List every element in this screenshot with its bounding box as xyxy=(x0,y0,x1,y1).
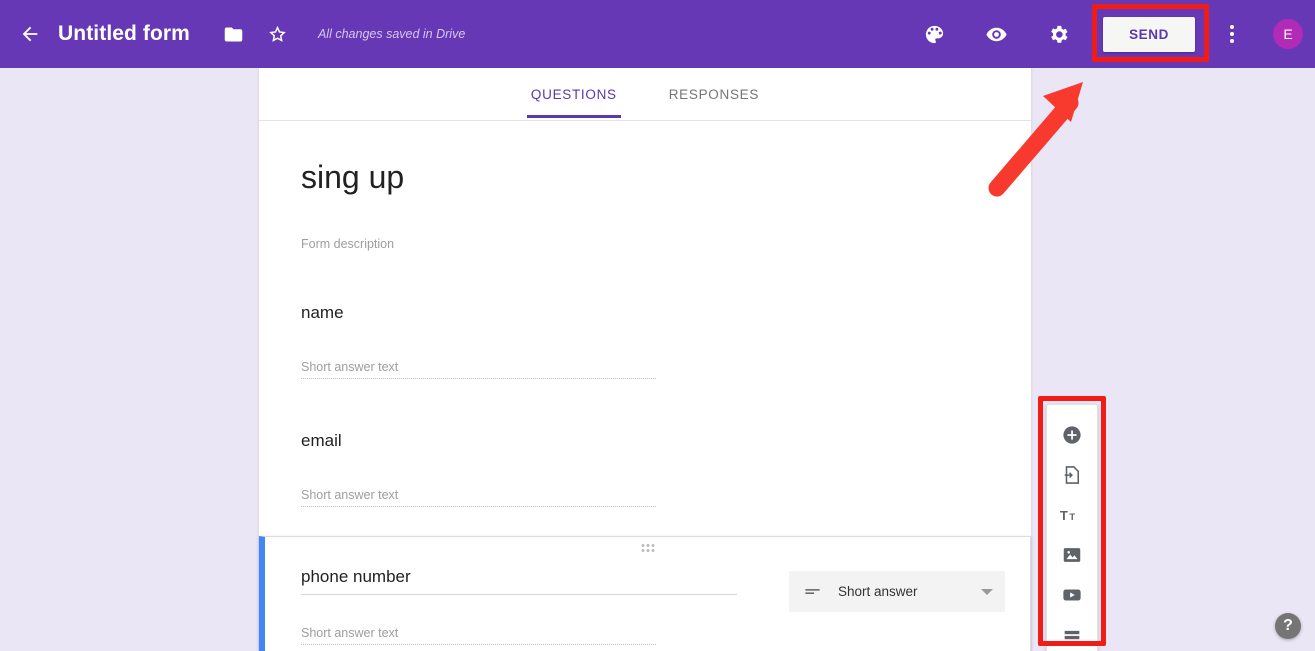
preview-button[interactable] xyxy=(974,12,1018,56)
folder-icon xyxy=(225,27,243,41)
eye-icon xyxy=(986,27,1007,41)
add-section-button[interactable] xyxy=(1052,615,1092,651)
form-body: sing up Form description name Short answ… xyxy=(259,121,1031,556)
active-question-answer-placeholder: Short answer text xyxy=(301,626,656,645)
drag-dot xyxy=(651,544,654,547)
add-image-icon xyxy=(1063,548,1081,562)
app-bar-right: SEND E xyxy=(903,3,1315,62)
question-answer-placeholder: Short answer text xyxy=(301,459,656,507)
drag-dot xyxy=(651,549,654,552)
back-button[interactable] xyxy=(8,12,52,56)
gear-icon xyxy=(1050,25,1068,43)
active-question-inner: phone number Short answer text Short ans… xyxy=(265,537,1030,645)
svg-text:T: T xyxy=(1060,508,1068,523)
add-question-icon xyxy=(1063,426,1081,444)
drag-dot xyxy=(646,544,649,547)
star-button[interactable] xyxy=(256,12,300,56)
active-question-title-input[interactable]: phone number xyxy=(301,567,737,595)
question-type-label: Short answer xyxy=(838,584,918,599)
kebab-dot xyxy=(1230,32,1234,36)
google-forms-editor: Untitled form All changes saved in Drive xyxy=(0,0,1315,651)
form-title-field[interactable]: sing up xyxy=(301,157,989,203)
active-question-card[interactable]: phone number Short answer text Short ans… xyxy=(259,536,1031,651)
save-status: All changes saved in Drive xyxy=(317,27,466,41)
help-button[interactable]: ? xyxy=(1275,613,1301,639)
short-answer-icon xyxy=(805,589,820,594)
drag-dot xyxy=(646,549,649,552)
import-questions-button[interactable] xyxy=(1052,455,1092,495)
more-options-button[interactable] xyxy=(1210,12,1254,56)
settings-button[interactable] xyxy=(1036,12,1080,56)
question-item[interactable]: email Short answer text xyxy=(301,379,989,507)
send-button[interactable]: SEND xyxy=(1103,16,1195,52)
add-video-icon xyxy=(1063,589,1081,601)
kebab-dot xyxy=(1230,25,1234,29)
svg-text:T: T xyxy=(1069,511,1075,522)
chevron-down-icon xyxy=(981,588,993,595)
import-questions-icon xyxy=(1064,466,1080,484)
move-to-folder-button[interactable] xyxy=(212,12,256,56)
add-item-toolbar: T T xyxy=(1046,404,1098,651)
add-image-button[interactable] xyxy=(1052,535,1092,575)
question-item[interactable]: name Short answer text xyxy=(301,251,989,379)
star-icon xyxy=(269,25,287,42)
form-header-block: sing up Form description xyxy=(301,149,989,251)
add-video-button[interactable] xyxy=(1052,575,1092,615)
drag-handle-icon[interactable] xyxy=(641,544,654,552)
app-bar-left: Untitled form All changes saved in Drive xyxy=(0,12,465,56)
question-answer-placeholder: Short answer text xyxy=(301,331,656,379)
form-title[interactable]: Untitled form xyxy=(58,22,190,46)
question-title[interactable]: name xyxy=(301,303,989,331)
add-title-icon: T T xyxy=(1060,508,1075,523)
tab-responses[interactable]: RESPONSES xyxy=(665,71,763,117)
add-question-button[interactable] xyxy=(1052,415,1092,455)
question-type-dropdown[interactable]: Short answer xyxy=(789,571,1005,612)
theme-button[interactable] xyxy=(912,12,956,56)
app-bar: Untitled form All changes saved in Drive xyxy=(0,0,1315,68)
add-section-icon xyxy=(1064,630,1080,640)
kebab-dot xyxy=(1230,39,1234,43)
question-title[interactable]: email xyxy=(301,431,989,459)
palette-icon xyxy=(925,25,943,43)
drag-dot xyxy=(641,544,644,547)
form-description-field[interactable]: Form description xyxy=(301,203,989,251)
arrow-left-icon xyxy=(22,26,38,42)
avatar[interactable]: E xyxy=(1273,19,1303,49)
add-title-button[interactable]: T T xyxy=(1052,495,1092,535)
send-button-wrapper: SEND xyxy=(1092,3,1210,62)
tab-bar: QUESTIONS RESPONSES xyxy=(259,68,1031,121)
active-question-left: phone number Short answer text xyxy=(301,567,737,645)
drag-dot xyxy=(641,549,644,552)
tab-questions[interactable]: QUESTIONS xyxy=(526,71,621,118)
